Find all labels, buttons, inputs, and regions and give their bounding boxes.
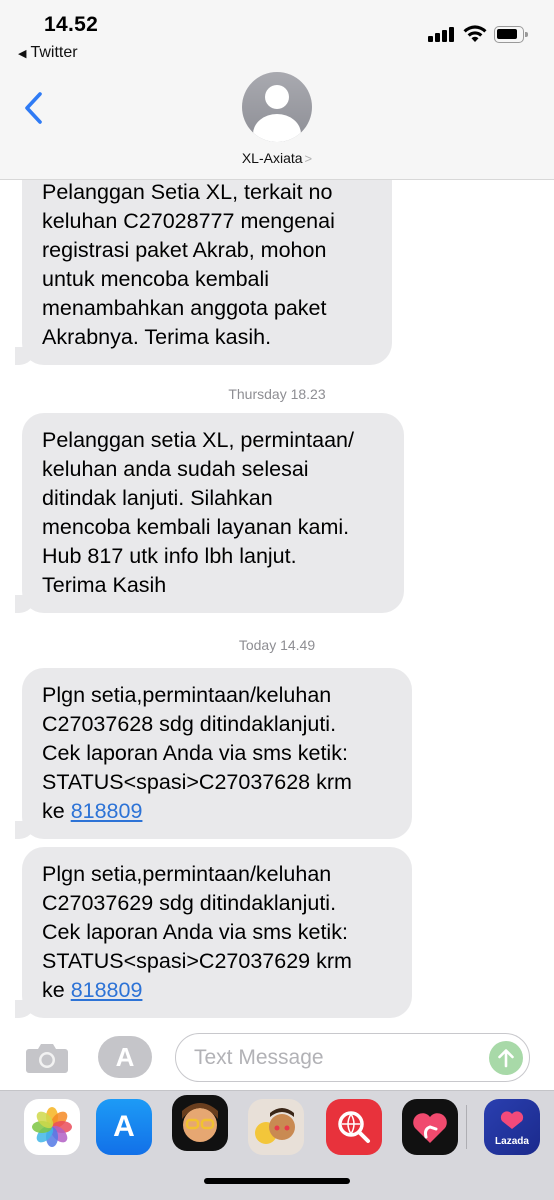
app-store-icon[interactable]: A: [96, 1099, 152, 1155]
chevron-right-icon: >: [304, 151, 313, 166]
phone-number-link[interactable]: 818809: [71, 978, 143, 1002]
conversation-header: 14.52 ◀ Twitter XL-Axiata >: [0, 0, 554, 180]
message-line: Hub 817 utk info lbh lanjut.: [42, 544, 297, 568]
message-line: Cek laporan Anda via sms ketik:: [42, 741, 348, 765]
memoji-icon[interactable]: [172, 1095, 228, 1151]
message-bubble[interactable]: Plgn setia,permintaan/keluhan C27037628 …: [5, 668, 412, 839]
message-line: Terima Kasih: [42, 573, 167, 597]
message-line: registrasi paket Akrab, mohon: [42, 238, 327, 262]
send-button[interactable]: [489, 1041, 523, 1075]
lazada-app-icon[interactable]: Lazada: [484, 1099, 540, 1155]
home-indicator[interactable]: [204, 1178, 350, 1184]
contact-name[interactable]: XL-Axiata >: [0, 150, 554, 166]
camera-icon[interactable]: [25, 1040, 69, 1074]
message-line: C27037628 sdg ditindaklanjuti.: [42, 712, 337, 736]
search-images-icon[interactable]: [326, 1099, 382, 1155]
message-line: Plgn setia,permintaan/keluhan: [42, 683, 332, 707]
back-chevron-icon[interactable]: [20, 90, 50, 126]
message-line: Plgn setia,permintaan/keluhan: [42, 862, 332, 886]
wifi-icon: [463, 25, 487, 42]
message-line: Akrabnya. Terima kasih.: [42, 325, 272, 349]
digital-touch-heart-icon[interactable]: [402, 1099, 458, 1155]
battery-icon: [494, 26, 528, 43]
message-line: ditindak lanjuti. Silahkan: [42, 486, 273, 510]
lazada-label: Lazada: [495, 1136, 529, 1147]
contact-avatar-icon[interactable]: [242, 72, 312, 142]
app-store-button-icon[interactable]: A: [98, 1036, 152, 1078]
photos-app-icon[interactable]: [24, 1099, 80, 1155]
back-app-label: Twitter: [30, 44, 78, 61]
text-message-input[interactable]: [194, 1044, 474, 1072]
message-line: menambahkan anggota paket: [42, 296, 327, 320]
message-bubble[interactable]: Pelanggan setia XL, permintaan/ keluhan …: [5, 413, 404, 613]
message-line: Cek laporan Anda via sms ketik:: [42, 920, 348, 944]
message-line: STATUS<spasi>C27037628 krm: [42, 770, 352, 794]
message-line: Pelanggan setia XL, permintaan/: [42, 428, 354, 452]
message-line: ke 818809: [42, 978, 143, 1002]
message-line: keluhan anda sudah selesai: [42, 457, 309, 481]
timestamp: Thursday 18.23: [228, 386, 326, 402]
message-input-field[interactable]: [175, 1033, 530, 1082]
back-to-app-link[interactable]: ◀ Twitter: [18, 44, 78, 62]
back-triangle-icon: ◀: [18, 47, 27, 60]
message-line: Pelanggan Setia XL, terkait no: [42, 180, 333, 204]
status-time: 14.52: [44, 13, 99, 36]
message-line: keluhan C27028777 mengenai: [42, 209, 335, 233]
message-line: ke 818809: [42, 799, 143, 823]
message-line: mencoba kembali layanan kami.: [42, 515, 350, 539]
message-line: STATUS<spasi>C27037629 krm: [42, 949, 352, 973]
cellular-signal-icon: [428, 26, 456, 42]
message-line: C27037629 sdg ditindaklanjuti.: [42, 891, 337, 915]
app-drawer-divider: [466, 1105, 467, 1149]
message-bubble[interactable]: Plgn setia,permintaan/keluhan C27037629 …: [5, 847, 412, 1018]
arrow-up-icon: [498, 1049, 514, 1068]
message-line: untuk mencoba kembali: [42, 267, 270, 291]
timestamp: Today 14.49: [238, 637, 316, 653]
phone-number-link[interactable]: 818809: [71, 799, 143, 823]
memoji-stickers-icon[interactable]: [248, 1099, 304, 1155]
